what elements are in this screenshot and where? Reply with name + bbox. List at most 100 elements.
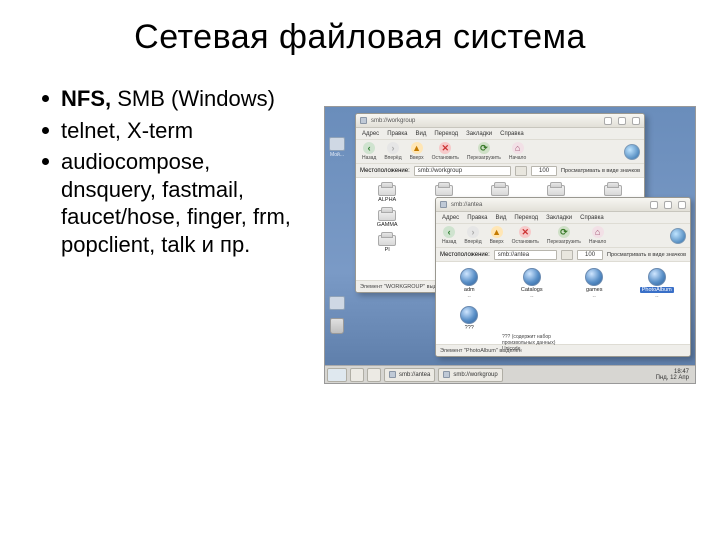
status-bar: Элемент "PhotoAlbum" выделен	[436, 344, 690, 356]
menu-item[interactable]: Справка	[500, 131, 524, 137]
menu-item[interactable]: Вид	[415, 131, 426, 137]
menu-item[interactable]: Адрес	[442, 215, 459, 221]
bullet-item: audiocompose, dnsquery, fastmail, faucet…	[42, 148, 300, 258]
bullet-text: audiocompose, dnsquery, fastmail, faucet…	[61, 148, 300, 258]
desktop-icon[interactable]	[329, 296, 345, 310]
start-button[interactable]	[327, 368, 347, 382]
server-icon	[378, 182, 396, 196]
menu-item[interactable]: Вид	[495, 215, 506, 221]
network-host-item[interactable]: ALPHA	[360, 182, 414, 203]
server-icon	[378, 232, 396, 246]
window-maximize-button[interactable]	[664, 201, 672, 209]
share-icon	[523, 268, 541, 286]
menu-item[interactable]: Правка	[467, 215, 487, 221]
throbber-icon	[624, 144, 640, 160]
up-button[interactable]: ▲Вверх	[488, 226, 506, 245]
menu-item[interactable]: Закладки	[546, 215, 572, 221]
bullet-text: NFS, SMB (Windows)	[61, 85, 275, 113]
reload-icon: ⟳	[478, 142, 490, 154]
window-minimize-button[interactable]	[604, 117, 612, 125]
location-input[interactable]: smb://antea	[494, 250, 557, 260]
stop-button[interactable]: ✕Остановить	[430, 142, 461, 161]
share-item[interactable]: games--	[565, 268, 624, 300]
bullet-text: telnet, X-term	[61, 117, 193, 145]
menubar: Адрес Правка Вид Переход Закладки Справк…	[356, 128, 644, 140]
share-icon	[585, 268, 603, 286]
computer-icon	[329, 137, 345, 151]
network-host-item[interactable]: GAMMA	[360, 207, 414, 228]
share-item[interactable]: ???	[440, 306, 499, 331]
home-icon: ⌂	[592, 226, 604, 238]
menu-item[interactable]: Правка	[387, 131, 407, 137]
bullet-item: NFS, SMB (Windows)	[42, 85, 300, 113]
clock[interactable]: 18:47Пнд, 12 Апр	[656, 369, 693, 381]
reload-button[interactable]: ⟳Перезагрузить	[545, 226, 583, 245]
up-icon: ▲	[491, 226, 503, 238]
taskbar-window-button[interactable]: smb://antea	[384, 368, 435, 382]
location-label: Местоположение:	[440, 252, 490, 258]
share-icon	[648, 268, 666, 286]
toolbar: ‹Назад ›Вперёд ▲Вверх ✕Остановить ⟳Перез…	[436, 224, 690, 248]
go-button[interactable]	[515, 166, 527, 176]
reload-icon: ⟳	[558, 226, 570, 238]
desktop-icons: Мой...	[329, 137, 345, 334]
file-pane[interactable]: adm-- Catalogs-- games-- PhotoAlbum-- ??…	[436, 262, 690, 344]
window-close-button[interactable]	[632, 117, 640, 125]
desktop-icon[interactable]: Мой...	[329, 137, 345, 158]
server-icon	[378, 207, 396, 221]
location-input[interactable]: smb://workgroup	[414, 166, 511, 176]
back-icon: ‹	[363, 142, 375, 154]
zoom-control[interactable]: 100	[531, 166, 557, 176]
forward-button[interactable]: ›Вперёд	[382, 142, 403, 161]
reload-button[interactable]: ⟳Перезагрузить	[465, 142, 503, 161]
network-host-item[interactable]: PI	[360, 232, 414, 253]
trash-icon	[330, 318, 344, 334]
location-label: Местоположение:	[360, 168, 410, 174]
menu-item[interactable]: Переход	[514, 215, 538, 221]
taskbar-window-button[interactable]: smb://workgroup	[438, 368, 502, 382]
share-item[interactable]: adm--	[440, 268, 499, 300]
folder-icon	[329, 296, 345, 310]
slide-title: Сетевая файловая система	[0, 18, 720, 57]
window-icon	[389, 371, 396, 378]
menu-item[interactable]: Адрес	[362, 131, 379, 137]
zoom-control[interactable]: 100	[577, 250, 603, 260]
window-titlebar[interactable]: smb://workgroup	[356, 114, 644, 128]
window-title: smb://workgroup	[371, 118, 415, 124]
window-icon	[360, 117, 367, 124]
menu-item[interactable]: Закладки	[466, 131, 492, 137]
share-item[interactable]: Catalogs--	[503, 268, 562, 300]
menu-item[interactable]: Справка	[580, 215, 604, 221]
up-button[interactable]: ▲Вверх	[408, 142, 426, 161]
share-icon	[460, 268, 478, 286]
view-mode-select[interactable]: Просматривать в виде значков	[561, 168, 640, 174]
window-titlebar[interactable]: smb://antea	[436, 198, 690, 212]
window-maximize-button[interactable]	[618, 117, 626, 125]
bullet-list: NFS, SMB (Windows) telnet, X-term audioc…	[0, 85, 310, 262]
back-button[interactable]: ‹Назад	[360, 142, 378, 161]
home-button[interactable]: ⌂Начало	[587, 226, 608, 245]
server-icon	[435, 182, 453, 196]
window-close-button[interactable]	[678, 201, 686, 209]
menu-item[interactable]: Переход	[434, 131, 458, 137]
bullet-dot-icon	[42, 158, 49, 165]
bullet-dot-icon	[42, 127, 49, 134]
launcher-button[interactable]	[350, 368, 364, 382]
location-bar: Местоположение: smb://workgroup 100 Прос…	[356, 164, 644, 178]
throbber-icon	[670, 228, 686, 244]
view-mode-select[interactable]: Просматривать в виде значков	[607, 252, 686, 258]
up-icon: ▲	[411, 142, 423, 154]
launcher-button[interactable]	[367, 368, 381, 382]
desktop-trash[interactable]	[329, 318, 345, 334]
server-icon	[491, 182, 509, 196]
window-minimize-button[interactable]	[650, 201, 658, 209]
share-description: ??? (содержит набор произвольных данных)…	[502, 334, 555, 352]
file-browser-window-host[interactable]: smb://antea Адрес Правка Вид Переход Зак…	[435, 197, 691, 357]
back-button[interactable]: ‹Назад	[440, 226, 458, 245]
forward-button[interactable]: ›Вперёд	[462, 226, 483, 245]
stop-button[interactable]: ✕Остановить	[510, 226, 541, 245]
stop-icon: ✕	[439, 142, 451, 154]
go-button[interactable]	[561, 250, 573, 260]
share-item-selected[interactable]: PhotoAlbum--	[628, 268, 687, 300]
home-button[interactable]: ⌂Начало	[507, 142, 528, 161]
